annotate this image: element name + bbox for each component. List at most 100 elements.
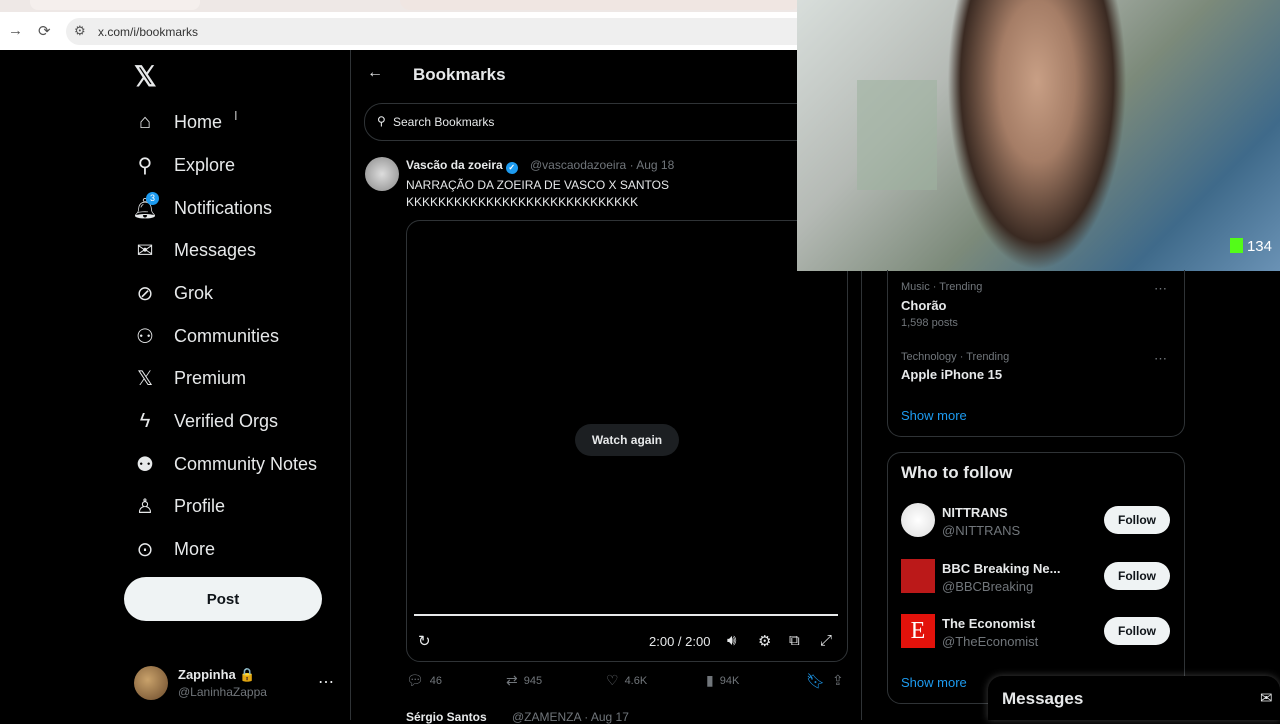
x-logo-icon[interactable]: 𝕏 bbox=[134, 60, 160, 92]
nav-premium[interactable]: 𝕏 Premium bbox=[134, 363, 246, 393]
share-icon[interactable]: ⇪ bbox=[832, 672, 844, 689]
fullscreen-icon[interactable]: ⤢ bbox=[820, 632, 832, 649]
nav-label: Home bbox=[174, 111, 223, 132]
trend-posts: 1,598 posts bbox=[901, 317, 958, 329]
follow-suggestion-name[interactable]: The Economist bbox=[942, 616, 1035, 631]
watch-again-button[interactable]: Watch again bbox=[575, 424, 679, 456]
more-horizontal-icon[interactable]: ⋯ bbox=[318, 672, 334, 692]
nav-label: Verified Orgs bbox=[174, 410, 279, 431]
settings-gear-icon[interactable]: ⚙ bbox=[758, 632, 771, 650]
follow-suggestion-name[interactable]: NITTRANS bbox=[942, 505, 1008, 520]
notifications-badge: 3 bbox=[146, 192, 159, 205]
search-placeholder: Search Bookmarks bbox=[393, 115, 495, 129]
follow-suggestion-handle[interactable]: @NITTRANS bbox=[942, 523, 1020, 538]
nav-profile[interactable]: ♙ Profile bbox=[134, 491, 225, 521]
nav-grok[interactable]: ⊘ Grok bbox=[134, 278, 213, 308]
follow-suggestion-handle[interactable]: @TheEconomist bbox=[942, 634, 1038, 649]
trend-title[interactable]: Apple iPhone 15 bbox=[901, 367, 1002, 382]
tweet-avatar[interactable] bbox=[365, 157, 399, 191]
streamer bbox=[947, 0, 1127, 271]
browser-tab[interactable] bbox=[30, 0, 200, 10]
nav-more[interactable]: ⊙ More bbox=[134, 534, 215, 564]
video-progress-bar[interactable] bbox=[414, 614, 838, 616]
page-title: Bookmarks bbox=[413, 65, 506, 84]
picture-in-picture-icon[interactable]: ⧉ bbox=[789, 632, 800, 649]
avatar bbox=[134, 666, 168, 700]
reply-button[interactable]: 💬︎ 46 bbox=[406, 672, 442, 689]
views-button[interactable]: ▮ 94K bbox=[706, 672, 739, 689]
avatar[interactable] bbox=[901, 503, 935, 537]
video-time: 2:00 / 2:00 bbox=[649, 634, 711, 649]
more-horizontal-icon[interactable]: ⋯ bbox=[1154, 281, 1167, 297]
like-button[interactable]: ♡ 4.6K bbox=[606, 672, 647, 689]
repost-icon: ⇄ bbox=[506, 672, 518, 688]
back-arrow-icon[interactable]: ← bbox=[367, 64, 383, 82]
follow-button[interactable]: Follow bbox=[1104, 506, 1170, 534]
nav-explore[interactable]: ⚲ Explore bbox=[134, 150, 235, 180]
new-message-icon[interactable]: ✉ bbox=[1260, 689, 1273, 707]
text-cursor-icon: Ι bbox=[234, 108, 238, 123]
nav-label: Messages bbox=[174, 239, 257, 260]
volume-icon[interactable]: 🔊︎ bbox=[727, 632, 736, 649]
follow-suggestion-name[interactable]: BBC Breaking Ne... bbox=[942, 561, 1060, 576]
nav-label: Grok bbox=[174, 282, 214, 303]
more-horizontal-icon[interactable]: ⋯ bbox=[1154, 351, 1167, 367]
trend-category: Technology · Trending bbox=[901, 351, 1010, 363]
follow-button[interactable]: Follow bbox=[1104, 562, 1170, 590]
replay-icon[interactable]: ↻ bbox=[418, 632, 431, 650]
url-text[interactable]: x.com/i/bookmarks bbox=[98, 25, 198, 39]
trend-title[interactable]: Chorão bbox=[901, 298, 947, 313]
home-icon: ⌂ bbox=[138, 110, 152, 133]
people-icon: ⚇ bbox=[136, 325, 154, 348]
nav-home[interactable]: ⌂ Home bbox=[134, 107, 222, 137]
account-switcher[interactable]: Zappinha 🔒 @LaninhaZappa ⋯ bbox=[134, 664, 334, 704]
views-chart-icon: ▮ bbox=[706, 672, 714, 688]
nav-label: Premium bbox=[174, 367, 247, 388]
tweet-author[interactable]: Sérgio Santos bbox=[406, 710, 487, 724]
repost-button[interactable]: ⇄ 945 bbox=[506, 672, 542, 689]
tweet-author[interactable]: Vascão da zoeira ✓ bbox=[406, 158, 518, 174]
avatar[interactable] bbox=[901, 559, 935, 593]
nav-community-notes[interactable]: ⚉ Community Notes bbox=[134, 449, 317, 479]
account-name: Zappinha 🔒 bbox=[178, 667, 256, 682]
mail-icon: ✉ bbox=[136, 239, 154, 262]
search-icon: ⚲ bbox=[137, 154, 153, 177]
tweet-meta[interactable]: @vascaodazoeira · Aug 18 bbox=[530, 158, 674, 172]
trend-category: Music · Trending bbox=[901, 281, 983, 293]
bookmark-icon[interactable]: 🔖︎ bbox=[806, 672, 825, 690]
heart-icon: ♡ bbox=[606, 672, 619, 688]
search-icon: ⚲ bbox=[377, 114, 386, 128]
background-window bbox=[857, 80, 937, 190]
nav-label: Community Notes bbox=[174, 453, 318, 474]
follow-show-more-link[interactable]: Show more bbox=[901, 675, 967, 690]
kick-logo-icon bbox=[1229, 238, 1243, 253]
more-circle-icon: ⊙ bbox=[136, 538, 154, 561]
site-settings-icon[interactable]: ⚙ bbox=[74, 23, 86, 39]
account-handle: @LaninhaZappa bbox=[178, 685, 267, 699]
tweet-text: NARRAÇÃO DA ZOEIRA DE VASCO X SANTOS KKK… bbox=[406, 178, 669, 209]
forward-icon[interactable]: → bbox=[8, 22, 23, 39]
post-button[interactable]: Post bbox=[124, 577, 322, 621]
nav-messages[interactable]: ✉ Messages bbox=[134, 235, 256, 265]
webcam-overlay: 134 bbox=[797, 0, 1280, 271]
messages-drawer[interactable]: Messages ✉ bbox=[988, 676, 1280, 720]
tweet-meta[interactable]: @ZAMENZA · Aug 17 bbox=[512, 710, 629, 724]
viewer-count: 134 bbox=[1229, 238, 1272, 255]
nav-label: More bbox=[174, 538, 216, 559]
trends-show-more-link[interactable]: Show more bbox=[901, 408, 967, 423]
address-bar[interactable]: ⚙ x.com/i/bookmarks bbox=[66, 18, 826, 45]
browser-tab[interactable] bbox=[400, 0, 800, 10]
x-icon: 𝕏 bbox=[136, 367, 154, 390]
nav-label: Communities bbox=[174, 325, 280, 346]
follow-suggestion-handle[interactable]: @BBCBreaking bbox=[942, 579, 1033, 594]
avatar[interactable]: E bbox=[901, 614, 935, 648]
nav-communities[interactable]: ⚇ Communities bbox=[134, 321, 279, 351]
lightning-icon: ϟ bbox=[139, 409, 151, 432]
nav-verified-orgs[interactable]: ϟ Verified Orgs bbox=[134, 406, 278, 436]
search-bookmarks-input[interactable]: ⚲ Search Bookmarks bbox=[364, 103, 846, 141]
reply-icon: 💬︎ bbox=[406, 672, 424, 688]
follow-button[interactable]: Follow bbox=[1104, 617, 1170, 645]
reload-icon[interactable]: ⟳ bbox=[38, 22, 51, 40]
grok-icon: ⊘ bbox=[136, 282, 154, 305]
messages-drawer-title: Messages bbox=[1002, 689, 1084, 708]
